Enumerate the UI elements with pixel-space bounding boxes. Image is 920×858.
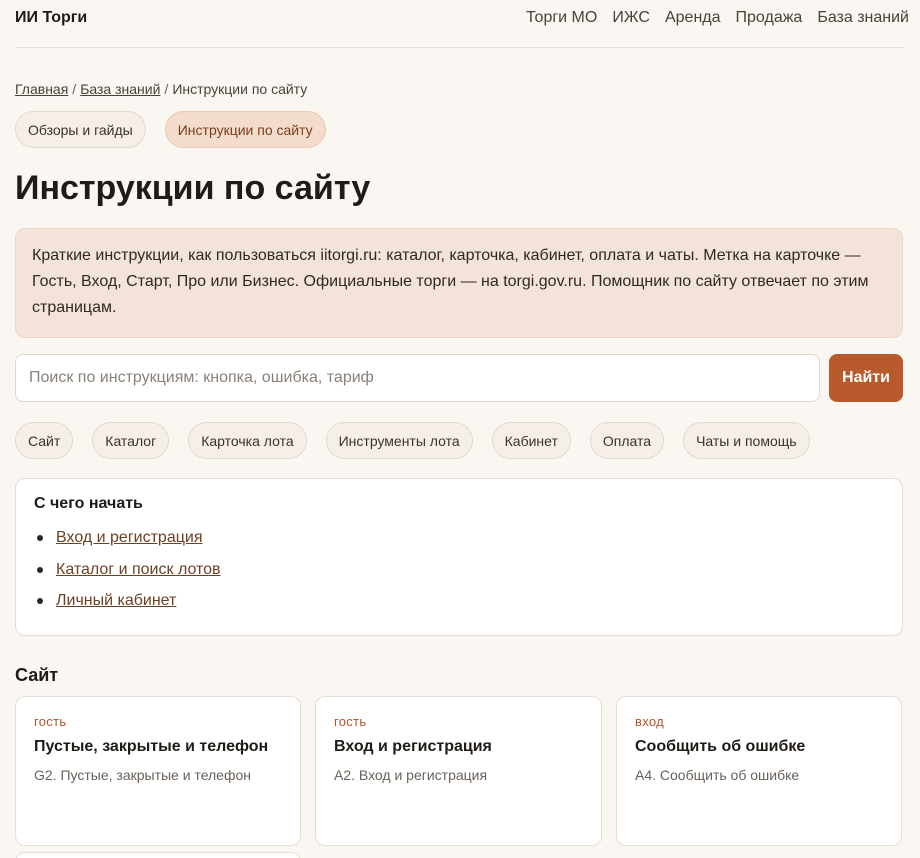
- card-subtitle: A4. Сообщить об ошибке: [635, 767, 800, 784]
- link-login-registration[interactable]: Вход и регистрация: [56, 529, 202, 547]
- main-nav: Торги МО ИЖС Аренда Продажа База знаний: [526, 9, 909, 27]
- page: ИИ Торги Торги МО ИЖС Аренда Продажа Баз…: [0, 0, 920, 858]
- card-title: Сообщить об ошибке: [635, 738, 806, 756]
- brand-logo[interactable]: ИИ Торги: [15, 9, 87, 27]
- search-input[interactable]: [15, 354, 820, 403]
- breadcrumb-home[interactable]: Главная: [15, 81, 68, 97]
- search-button[interactable]: Найти: [829, 354, 903, 403]
- page-title: Инструкции по сайту: [15, 169, 371, 207]
- section-title-site: Сайт: [15, 665, 59, 686]
- nav-link-izhs[interactable]: ИЖС: [612, 9, 650, 27]
- bullet-icon: [37, 535, 43, 542]
- filter-catalog[interactable]: Каталог: [92, 422, 170, 460]
- top-header: ИИ Торги Торги МО ИЖС Аренда Продажа Баз…: [15, 0, 909, 48]
- bullet-icon: [37, 566, 43, 573]
- breadcrumb-separator: /: [164, 81, 169, 97]
- filter-lot-tools[interactable]: Инструменты лота: [325, 422, 473, 460]
- list-item: Вход и регистрация: [34, 522, 884, 554]
- list-item: Каталог и поиск лотов: [34, 554, 884, 586]
- nav-link-arenda[interactable]: Аренда: [665, 9, 721, 27]
- search-bar: Найти: [15, 354, 903, 403]
- getting-started-list: Вход и регистрация Каталог и поиск лотов…: [34, 522, 884, 617]
- breadcrumb: Главная / База знаний / Инструкции по са…: [15, 81, 903, 97]
- link-personal-cabinet[interactable]: Личный кабинет: [56, 592, 176, 610]
- filter-chats-help[interactable]: Чаты и помощь: [683, 422, 810, 460]
- nav-link-knowledge-base[interactable]: База знаний: [817, 9, 909, 27]
- nav-link-torgi-mo[interactable]: Торги МО: [526, 9, 597, 27]
- breadcrumb-current: Инструкции по сайту: [172, 81, 308, 97]
- card-title: Вход и регистрация: [334, 738, 492, 756]
- instruction-card[interactable]: гость Пустые, закрытые и телефон G2. Пус…: [15, 696, 301, 847]
- intro-callout: Краткие инструкции, как пользоваться iit…: [15, 228, 903, 339]
- card-title: Пустые, закрытые и телефон: [34, 738, 269, 756]
- instruction-card[interactable]: гость Вход и регистрация A2. Вход и реги…: [315, 696, 602, 847]
- instruction-card-partial[interactable]: [15, 852, 301, 858]
- filter-site[interactable]: Сайт: [15, 422, 74, 460]
- access-badge: вход: [635, 714, 664, 730]
- tab-reviews-guides[interactable]: Обзоры и гайды: [15, 111, 146, 148]
- filter-payment[interactable]: Оплата: [589, 422, 665, 460]
- instruction-cards: гость Пустые, закрытые и телефон G2. Пус…: [15, 696, 903, 847]
- nav-link-prodazha[interactable]: Продажа: [736, 9, 803, 27]
- bullet-icon: [37, 598, 43, 605]
- section-tabs: Обзоры и гайды Инструкции по сайту: [15, 111, 903, 148]
- link-catalog-search[interactable]: Каталог и поиск лотов: [56, 561, 221, 579]
- tab-site-instructions[interactable]: Инструкции по сайту: [164, 111, 326, 148]
- list-item: Личный кабинет: [34, 585, 884, 617]
- access-badge: гость: [34, 714, 67, 730]
- filter-lot-card[interactable]: Карточка лота: [188, 422, 307, 460]
- getting-started-title: С чего начать: [34, 495, 143, 513]
- breadcrumb-knowledge-base[interactable]: База знаний: [80, 81, 160, 97]
- access-badge: гость: [334, 714, 367, 730]
- card-subtitle: A2. Вход и регистрация: [334, 767, 488, 784]
- category-filters: Сайт Каталог Карточка лота Инструменты л…: [15, 422, 903, 460]
- instruction-card[interactable]: вход Сообщить об ошибке A4. Сообщить об …: [616, 696, 902, 847]
- getting-started-box: С чего начать Вход и регистрация Каталог…: [15, 478, 903, 637]
- filter-cabinet[interactable]: Кабинет: [491, 422, 571, 460]
- card-subtitle: G2. Пустые, закрытые и телефон: [34, 767, 252, 784]
- breadcrumb-separator: /: [72, 81, 77, 97]
